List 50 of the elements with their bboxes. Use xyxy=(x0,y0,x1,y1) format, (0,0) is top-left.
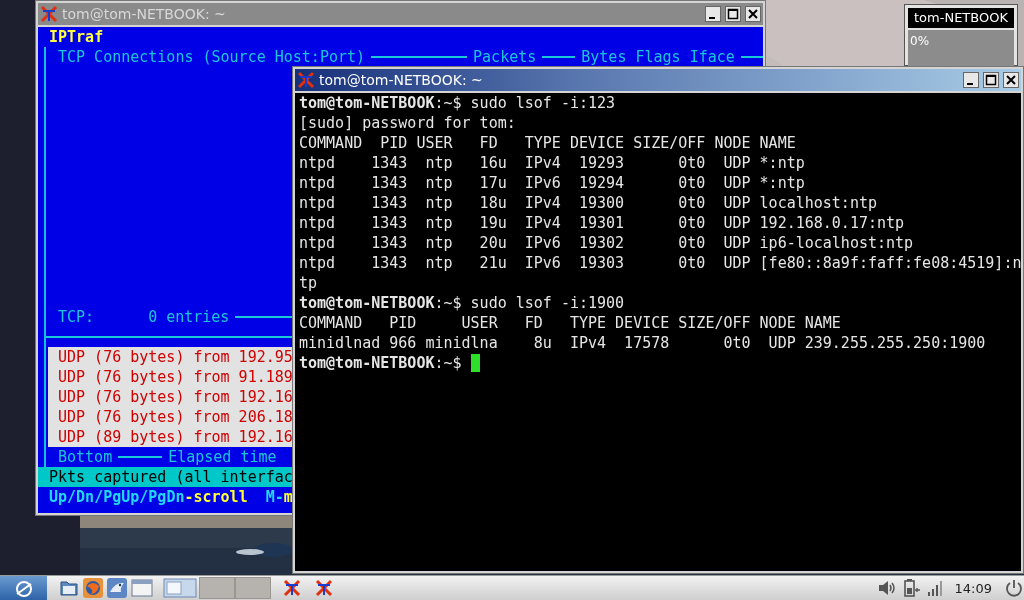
minimize-icon xyxy=(709,16,715,19)
x-app-icon xyxy=(40,5,58,23)
maximize-icon xyxy=(727,8,739,20)
minimize-button[interactable] xyxy=(705,6,721,22)
command-output-line: ntpd 1343 ntp 19u IPv4 19301 0t0 UDP 192.168.0.17:ntp xyxy=(299,213,905,233)
shell-prompt-line: tom@tom-NETBOOK:~$ sudo lsof -i:1900 xyxy=(299,293,625,313)
globe-icon[interactable] xyxy=(83,578,103,598)
x-app-icon xyxy=(297,71,315,89)
close-button[interactable] xyxy=(745,6,761,22)
shell-prompt-line: tom@tom-NETBOOK:~$ sudo lsof -i:123 xyxy=(299,93,616,113)
entry-count: 0 entries xyxy=(148,307,230,327)
command-output-line: COMMAND PID USER FD TYPE DEVICE SIZE/OFF NODE NAME xyxy=(299,133,796,153)
panel-title: TCP Connections (Source Host:Port) xyxy=(58,47,366,67)
command-output-line: [sudo] password for tom: xyxy=(299,113,516,133)
widget-title: tom-NETBOOK xyxy=(908,8,1014,28)
command-output-line: ntpd 1343 ntp 18u IPv4 19300 0t0 UDP localhost:ntp xyxy=(299,193,877,213)
close-button[interactable] xyxy=(1003,72,1019,88)
command-output-line: ntpd 1343 ntp 16u IPv4 19293 0t0 UDP *:ntp xyxy=(299,153,805,173)
column-header: Packets xyxy=(473,47,537,67)
command-output-line: ntpd 1343 ntp 21u IPv6 19303 0t0 UDP [fe80::8a9f:faff:fe08:4519]:n xyxy=(299,253,1022,273)
x-app-icon[interactable] xyxy=(283,579,301,597)
hint-action: -scroll xyxy=(184,488,248,506)
minimize-icon xyxy=(967,82,973,85)
app-title: IPTraf xyxy=(49,28,104,46)
maximize-button[interactable] xyxy=(725,6,741,22)
title-bar[interactable]: tom@tom-NETBOOK: ~ xyxy=(295,69,1021,91)
window-title: tom@tom-NETBOOK: ~ xyxy=(319,72,483,88)
clock[interactable]: 14:09 xyxy=(954,580,992,596)
scroll-position: Bottom xyxy=(58,447,113,467)
command-output-line: ntpd 1343 ntp 17u IPv6 19294 0t0 UDP *:ntp xyxy=(299,173,805,193)
cpu-reading: 0% xyxy=(909,34,930,48)
hint-key: M- xyxy=(265,488,284,506)
command-output-line: COMMAND PID USER FD TYPE DEVICE SIZE/OFF NODE NAME xyxy=(299,313,841,333)
bird-icon[interactable] xyxy=(107,578,127,598)
panel-footer-label: TCP: xyxy=(58,307,95,327)
power-icon[interactable] xyxy=(1004,578,1024,598)
elapsed-time-label: Elapsed time xyxy=(168,447,277,467)
x-app-icon[interactable] xyxy=(315,579,333,597)
column-header: Bytes Flags Iface xyxy=(581,47,735,67)
maximize-icon xyxy=(985,74,997,86)
command-output-line: tp xyxy=(299,273,318,293)
maximize-button[interactable] xyxy=(983,72,999,88)
hint-key: Up/Dn/PgUp/PgDn xyxy=(49,488,185,506)
folder-icon[interactable] xyxy=(59,578,79,598)
hint-action: m xyxy=(283,488,293,506)
minimize-button[interactable] xyxy=(963,72,979,88)
start-menu-button[interactable] xyxy=(0,576,47,600)
window-title: tom@tom-NETBOOK: ~ xyxy=(62,6,226,22)
speaker-icon[interactable] xyxy=(876,578,897,598)
command-output-line: ntpd 1343 ntp 20u IPv6 19302 0t0 UDP ip6-localhost:ntp xyxy=(299,233,914,253)
